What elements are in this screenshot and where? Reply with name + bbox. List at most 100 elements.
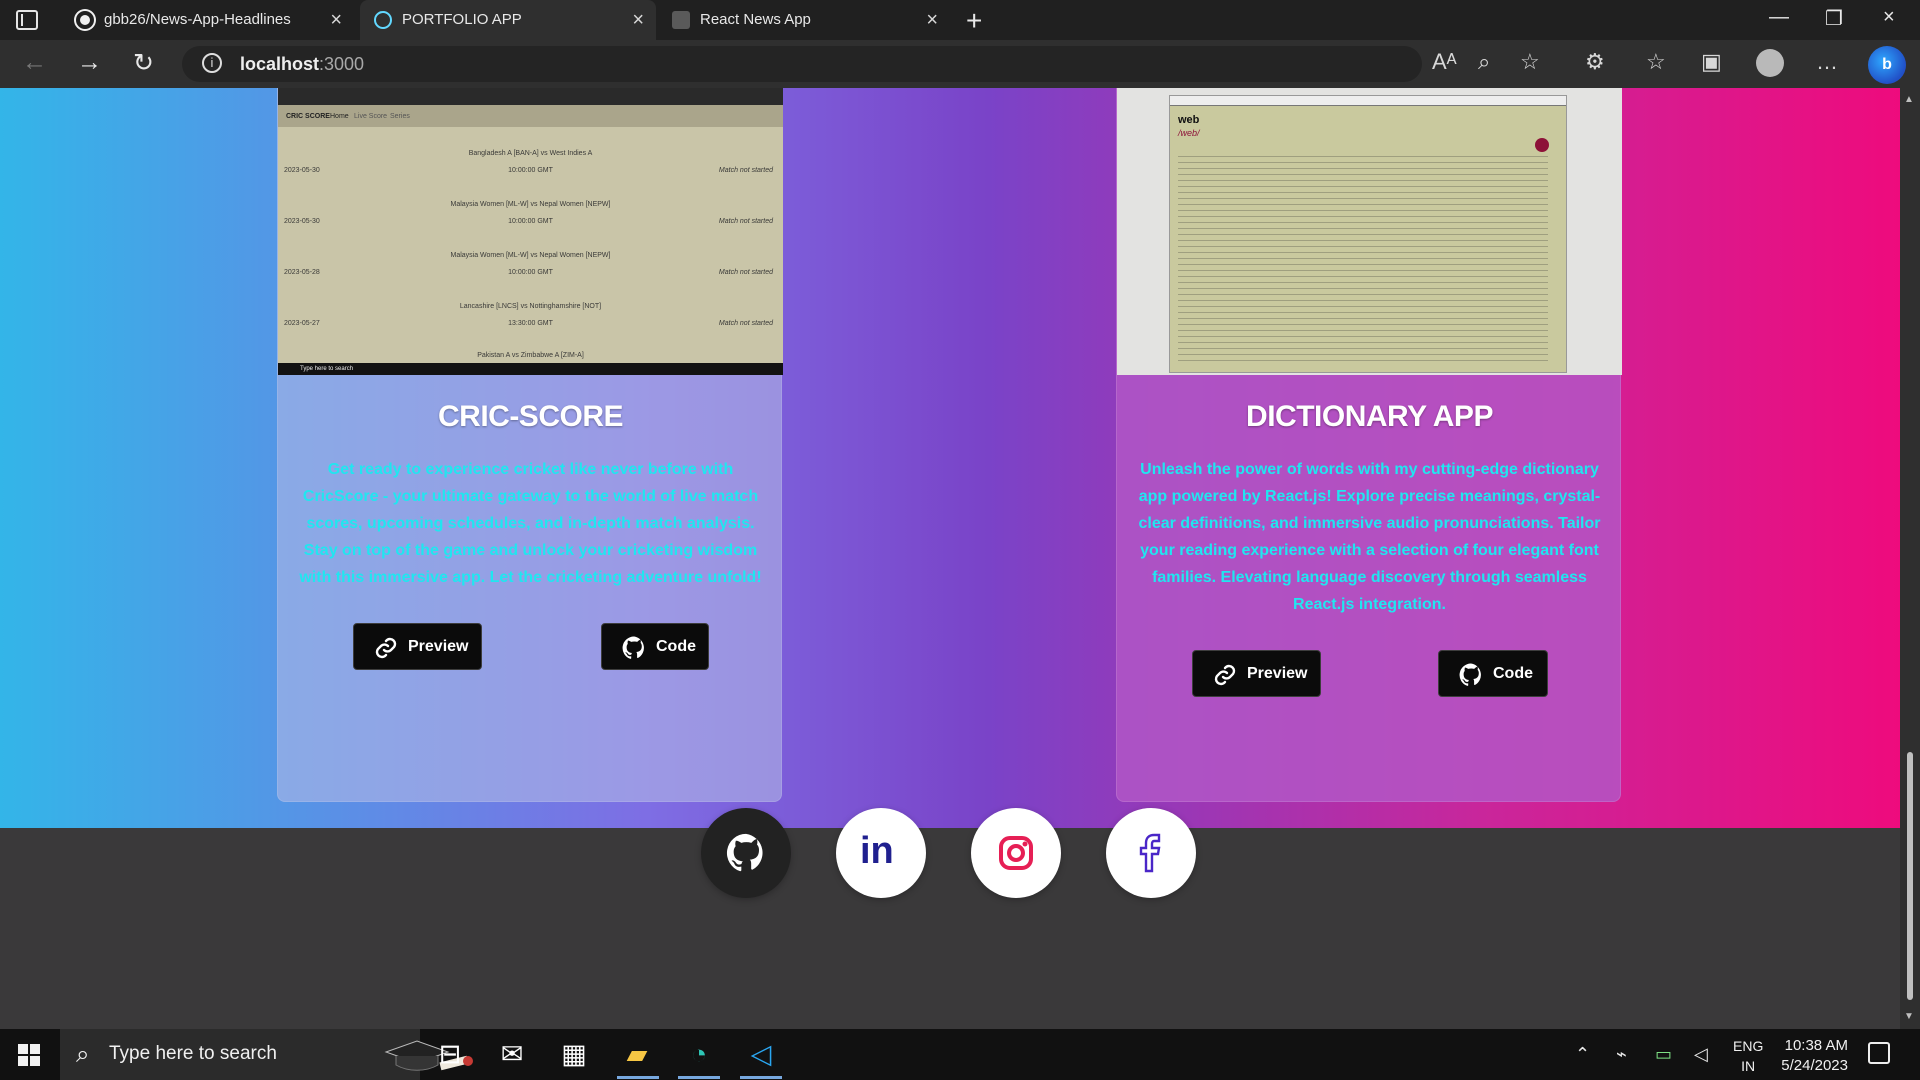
site-footer xyxy=(0,828,1900,1029)
language-indicator[interactable]: ENG IN xyxy=(1733,1036,1763,1076)
preview-label: Preview xyxy=(1247,665,1308,682)
favorites-icon[interactable]: ☆ xyxy=(1646,49,1666,75)
notification-center-icon[interactable] xyxy=(1868,1042,1890,1064)
cric-score-screenshot: CRIC SCORE Home Live Score Series Bangla… xyxy=(278,88,783,375)
dictionary-definition-lines xyxy=(1178,151,1548,361)
microsoft-store-icon[interactable]: ▦ xyxy=(557,1037,591,1071)
facebook-social-link[interactable] xyxy=(1106,808,1196,898)
github-icon xyxy=(1459,663,1481,686)
browser-tab-strip: gbb26/News-App-Headlines × PORTFOLIO APP… xyxy=(0,0,1920,40)
zoom-icon[interactable]: ⌕ xyxy=(1478,49,1490,75)
show-hidden-icons-icon[interactable]: ⌃ xyxy=(1575,1044,1590,1065)
vscode-icon[interactable]: ◁ xyxy=(744,1037,778,1071)
dictionary-screenshot-header xyxy=(1170,96,1566,106)
dictionary-screenshot-panel: web /web/ xyxy=(1169,95,1567,373)
match-status: Match not started xyxy=(718,218,773,225)
dictionary-screenshot: web /web/ xyxy=(1117,88,1622,375)
match-teams: Pakistan A vs Zimbabwe A [ZIM-A] xyxy=(477,352,584,359)
extensions-icon[interactable]: ⚙ xyxy=(1585,49,1605,75)
tab-close-icon[interactable]: × xyxy=(330,0,342,40)
volume-icon[interactable]: ◁ xyxy=(1694,1044,1708,1065)
more-options-icon[interactable]: … xyxy=(1816,49,1838,75)
code-label: Code xyxy=(656,638,696,655)
edge-browser-icon[interactable]: ◔ xyxy=(682,1037,716,1071)
project-card-cric-score: CRIC SCORE Home Live Score Series Bangla… xyxy=(277,88,783,802)
linkedin-icon: in xyxy=(860,830,894,872)
match-teams: Malaysia Women [ML-W] vs Nepal Women [NE… xyxy=(450,252,611,259)
preview-button[interactable]: Preview xyxy=(1192,650,1321,697)
mail-icon[interactable]: ✉ xyxy=(495,1037,529,1071)
browser-tab-portfolio-app[interactable]: PORTFOLIO APP × xyxy=(360,0,656,40)
file-explorer-icon[interactable]: ▰ xyxy=(620,1037,654,1071)
restore-window-icon[interactable]: ❐ xyxy=(1825,6,1843,31)
linkedin-social-link[interactable]: in xyxy=(836,808,926,898)
taskbar-clock[interactable]: 10:38 AM 5/24/2023 xyxy=(1776,1036,1848,1076)
match-status: Match not started xyxy=(718,269,773,276)
windows-taskbar: ⌕ Type here to search ⊟ ✉ ▦ ▰ ◔ ◁ ⌃ ⌁ ▭ … xyxy=(0,1029,1920,1080)
link-icon xyxy=(1214,664,1236,686)
refresh-icon[interactable]: ↻ xyxy=(133,48,154,78)
language-secondary: IN xyxy=(1741,1058,1756,1074)
file-explorer-running-indicator xyxy=(617,1076,659,1079)
page-scrollbar[interactable]: ▲ ▼ xyxy=(1900,88,1920,1029)
project-title: DICTIONARY APP xyxy=(1246,400,1493,433)
instagram-social-link[interactable] xyxy=(971,808,1061,898)
site-info-icon[interactable]: i xyxy=(202,53,222,73)
project-card-dictionary-app: web /web/ DICTIONARY APP Unleash the pow… xyxy=(1116,88,1622,802)
page-viewport: CRIC SCORE Home Live Score Series Bangla… xyxy=(0,88,1900,1029)
scroll-down-icon[interactable]: ▼ xyxy=(1904,1011,1914,1022)
scroll-thumb[interactable] xyxy=(1907,752,1913,1000)
forward-icon[interactable]: → xyxy=(77,48,102,77)
windows-start-icon[interactable] xyxy=(18,1044,42,1068)
browser-address-bar: ← → ↻ i localhost:3000 Aᴬ ⌕ ☆ ⚙ ☆ ▣ … xyxy=(0,40,1920,88)
github-social-link[interactable] xyxy=(701,808,791,898)
scroll-up-icon[interactable]: ▲ xyxy=(1904,94,1914,105)
browser-tab-react-news-app[interactable]: React News App × xyxy=(658,0,950,40)
code-label: Code xyxy=(1493,665,1533,682)
github-icon xyxy=(726,833,763,872)
minimize-window-icon[interactable]: — xyxy=(1769,6,1789,29)
browser-tab-news-app-headlines[interactable]: gbb26/News-App-Headlines × xyxy=(62,0,354,40)
edge-running-indicator xyxy=(678,1076,720,1079)
code-button[interactable]: Code xyxy=(601,623,709,670)
tab-label: PORTFOLIO APP xyxy=(402,11,522,28)
url-field[interactable]: i localhost:3000 xyxy=(182,46,1422,82)
tab-actions-icon[interactable] xyxy=(16,10,38,30)
match-teams: Bangladesh A [BAN-A] vs West Indies A xyxy=(468,150,593,157)
cric-nav-home: Home xyxy=(330,113,349,120)
taskbar-search-box[interactable]: ⌕ Type here to search xyxy=(60,1029,473,1080)
newspaper-favicon-icon xyxy=(672,11,690,29)
tab-close-icon[interactable]: × xyxy=(632,0,644,40)
cric-nav-series: Series xyxy=(390,113,410,120)
code-button[interactable]: Code xyxy=(1438,650,1548,697)
github-favicon-icon xyxy=(76,11,94,29)
new-tab-button[interactable]: + xyxy=(966,5,982,37)
preview-button[interactable]: Preview xyxy=(353,623,482,670)
language-primary: ENG xyxy=(1733,1038,1764,1054)
task-view-icon[interactable]: ⊟ xyxy=(433,1037,467,1071)
bing-chat-icon[interactable]: b xyxy=(1868,46,1906,84)
collections-icon[interactable]: ▣ xyxy=(1701,49,1722,75)
cric-site-title: CRIC SCORE xyxy=(286,113,330,120)
favorite-add-icon[interactable]: ☆ xyxy=(1520,49,1540,75)
vscode-running-indicator xyxy=(740,1076,782,1079)
cric-nav-live-score: Live Score xyxy=(354,113,388,120)
close-window-icon[interactable]: × xyxy=(1883,6,1895,29)
profile-avatar-icon[interactable] xyxy=(1756,49,1784,77)
network-icon[interactable]: ⌁ xyxy=(1616,1044,1627,1065)
battery-icon[interactable]: ▭ xyxy=(1655,1044,1672,1065)
link-icon xyxy=(375,637,397,659)
match-status: Match not started xyxy=(718,167,773,174)
projects-section: CRIC SCORE Home Live Score Series Bangla… xyxy=(0,88,1900,828)
github-icon xyxy=(622,636,644,659)
clock-time: 10:38 AM xyxy=(1784,1037,1848,1054)
tab-close-icon[interactable]: × xyxy=(926,0,938,40)
back-icon[interactable]: ← xyxy=(22,48,47,77)
audio-play-icon xyxy=(1535,138,1549,152)
search-icon: ⌕ xyxy=(76,1041,90,1068)
read-aloud-icon[interactable]: Aᴬ xyxy=(1432,49,1457,75)
taskbar-search-placeholder: Type here to search xyxy=(109,1043,277,1064)
url-text: localhost:3000 xyxy=(240,54,365,74)
project-description: Get ready to experience cricket like nev… xyxy=(299,461,762,586)
react-favicon-icon xyxy=(374,11,392,29)
